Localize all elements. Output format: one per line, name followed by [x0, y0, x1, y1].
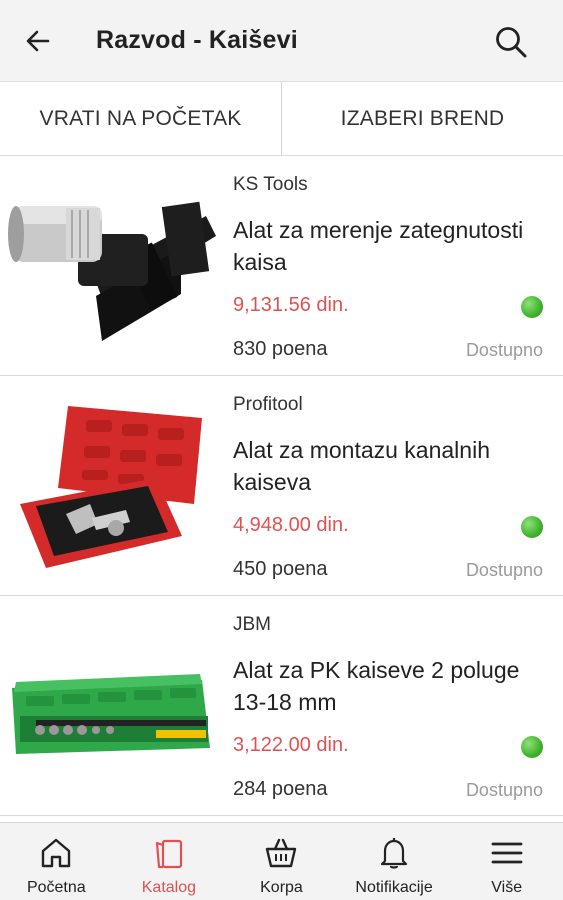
product-image-green-tool-case [6, 616, 216, 796]
nav-basket[interactable]: Korpa [225, 823, 338, 900]
product-image-red-tool-case [6, 396, 216, 576]
home-icon [36, 833, 76, 873]
nav-home-label: Početna [26, 879, 86, 896]
nav-catalog[interactable]: Katalog [113, 823, 226, 900]
catalog-icon [149, 833, 189, 873]
product-points: 830 poena [233, 338, 328, 360]
product-item[interactable]: KS Tools Alat za merenje zategnutosti ka… [0, 156, 563, 376]
availability-status: Dostupno [465, 780, 543, 800]
product-image-belt-tension-gauge [6, 176, 216, 356]
product-brand: KS Tools [233, 174, 308, 195]
back-arrow-icon [26, 30, 50, 51]
search-icon [496, 27, 527, 58]
product-name: Alat za PK kaiseve 2 poluge 13-18 mm [233, 657, 520, 715]
basket-icon [261, 833, 301, 873]
product-points: 284 poena [233, 778, 328, 800]
availability-indicator-icon [521, 736, 543, 758]
bell-icon [374, 833, 414, 873]
menu-icon [487, 833, 527, 873]
product-price: 3,122.00 din. [233, 734, 349, 756]
bottom-navigation: Početna Katalog Korpa Notifikacije Više [0, 822, 563, 900]
product-list: KS Tools Alat za merenje zategnutosti ka… [0, 156, 563, 816]
back-to-start-button[interactable]: VRATI NA POČETAK [0, 82, 281, 155]
availability-status: Dostupno [465, 560, 543, 580]
product-name: Alat za montazu kanalnih kaiseva [233, 437, 490, 495]
nav-home[interactable]: Početna [0, 823, 113, 900]
back-button[interactable] [10, 13, 66, 69]
nav-basket-label: Korpa [260, 879, 303, 896]
product-item[interactable]: JBM Alat za PK kaiseve 2 poluge 13-18 mm… [0, 596, 563, 816]
choose-brand-button[interactable]: IZABERI BREND [282, 82, 563, 155]
page-title: Razvod - Kaiševi [96, 26, 298, 54]
nav-notifications[interactable]: Notifikacije [338, 823, 451, 900]
nav-more-label: Više [491, 879, 523, 896]
product-points: 450 poena [233, 558, 328, 580]
product-price: 9,131.56 din. [233, 294, 349, 316]
product-name: Alat za merenje zategnutosti kaisa [233, 217, 524, 275]
action-bar: VRATI NA POČETAK IZABERI BREND [0, 82, 563, 156]
nav-notifications-label: Notifikacije [355, 879, 433, 896]
availability-indicator-icon [521, 296, 543, 318]
search-button[interactable] [489, 20, 533, 64]
nav-more[interactable]: Više [450, 823, 563, 900]
availability-status: Dostupno [465, 340, 543, 360]
product-price: 4,948.00 din. [233, 514, 349, 536]
product-item[interactable]: Profitool Alat za montazu kanalnih kaise… [0, 376, 563, 596]
app-bar: Razvod - Kaiševi [0, 0, 563, 82]
availability-indicator-icon [521, 516, 543, 538]
nav-catalog-label: Katalog [141, 879, 197, 896]
product-brand: Profitool [233, 394, 303, 415]
product-brand: JBM [233, 614, 271, 635]
